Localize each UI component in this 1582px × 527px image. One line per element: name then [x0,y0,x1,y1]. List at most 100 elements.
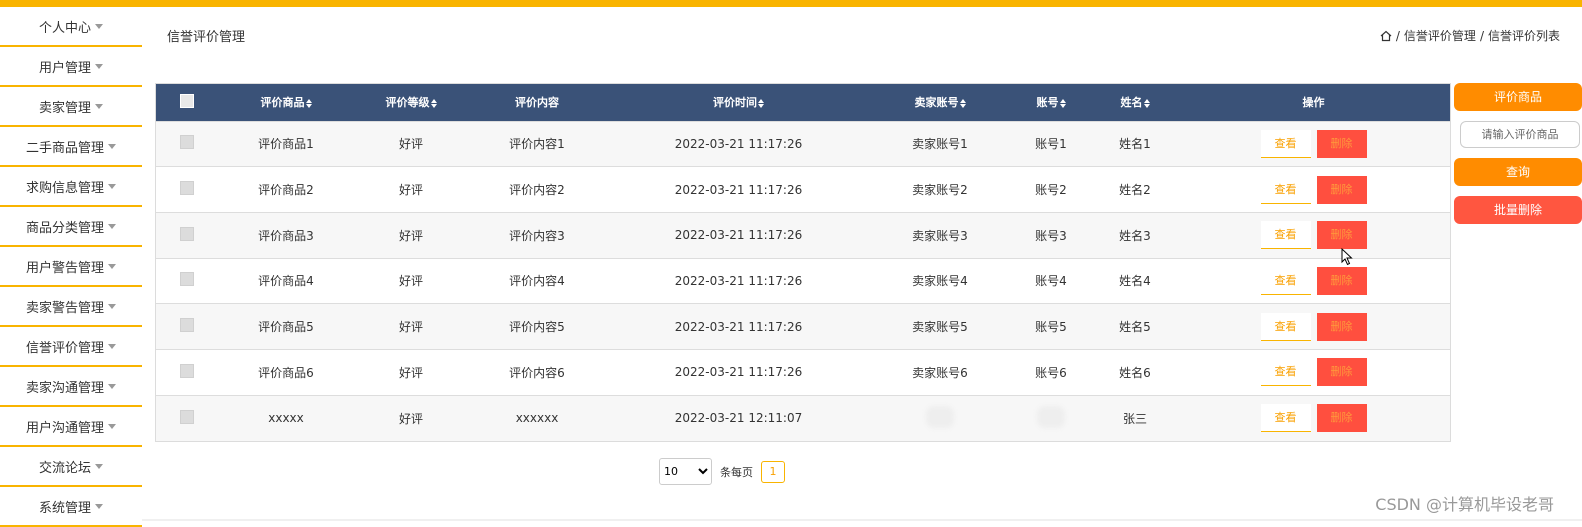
delete-button[interactable]: 删除 [1316,175,1367,204]
cell-account: 账号4 [1035,274,1067,289]
row-checkbox[interactable] [180,318,194,333]
col-header-name[interactable]: 姓名 [1093,84,1177,121]
query-button[interactable]: 查询 [1454,158,1582,186]
cell-level: 好评 [398,137,423,152]
cell-time: 2022-03-21 11:17:26 [674,365,803,380]
delete-button[interactable]: 删除 [1316,358,1367,387]
breadcrumb-separator: / [1479,28,1484,43]
chevron-down-icon [108,423,116,429]
search-input[interactable]: 请输入评价商品 [1460,121,1580,148]
page-number-current[interactable]: 1 [761,460,785,483]
chevron-down-icon [108,383,116,389]
cell-seller [871,395,1009,441]
sidebar-item-label: 用户警告管理 [25,260,104,276]
sidebar-item-label: 卖家管理 [38,100,91,116]
select-all-checkbox[interactable] [180,93,194,108]
sidebar-item[interactable]: 系统管理 [0,487,142,527]
row-checkbox[interactable] [180,363,194,378]
delete-button[interactable]: 删除 [1316,266,1367,295]
chevron-down-icon [108,183,116,189]
breadcrumb-item: 信誉评价列表 [1487,29,1560,43]
row-checkbox[interactable] [180,226,194,241]
review-table: 评价商品 评价等级 评价内容 评价时间 卖家账号 账号 姓名 操作 评价商品1 好… [155,83,1451,442]
sort-icon[interactable] [430,98,437,108]
sidebar-item[interactable]: 交流论坛 [0,447,142,487]
cell-name: 姓名5 [1119,320,1151,335]
breadcrumb: / 信誉评价管理 / 信誉评价列表 [1380,27,1560,44]
col-header-seller[interactable]: 卖家账号 [871,84,1009,121]
cell-seller: 卖家账号2 [912,183,968,198]
sidebar-item[interactable]: 用户沟通管理 [0,407,142,447]
col-header-account[interactable]: 账号 [1009,84,1093,121]
cell-actions: 查看 删除 [1177,304,1450,350]
cell-seller: 卖家账号1 [912,137,968,152]
sidebar-item[interactable]: 卖家沟通管理 [0,367,142,407]
row-checkbox[interactable] [180,272,194,287]
delete-button[interactable]: 删除 [1316,312,1367,341]
sidebar-item-label: 卖家沟通管理 [25,380,104,396]
cell-account [1009,395,1093,441]
sort-icon[interactable] [1059,98,1066,108]
delete-button[interactable]: 删除 [1316,404,1367,433]
cell-content: 评价内容3 [509,228,565,243]
sidebar-item[interactable]: 用户管理 [0,47,142,87]
product-filter-button[interactable]: 评价商品 [1454,83,1582,111]
delete-button[interactable]: 删除 [1316,221,1367,250]
sort-icon[interactable] [758,98,764,108]
view-button[interactable]: 查看 [1260,221,1311,250]
breadcrumb-item[interactable]: 信誉评价管理 [1404,27,1476,44]
cell-actions: 查看 删除 [1177,349,1450,395]
col-header-product[interactable]: 评价商品 [218,84,354,121]
table-row: 评价商品1 好评 评价内容1 2022-03-21 11:17:26 卖家账号1 账号1 姓… [156,121,1450,167]
sidebar-item[interactable]: 二手商品管理 [0,127,142,167]
cell-account: 账号3 [1035,228,1067,243]
row-checkbox[interactable] [180,409,194,424]
view-button[interactable]: 查看 [1260,312,1311,341]
sidebar-item-label: 商品分类管理 [25,220,104,236]
chevron-down-icon [95,63,103,69]
view-button[interactable]: 查看 [1260,266,1311,295]
sidebar-item[interactable]: 商品分类管理 [0,207,142,247]
pagination: 10 条每页 1 [659,458,785,485]
sort-icon[interactable] [1143,98,1150,108]
sidebar: 个人中心用户管理卖家管理二手商品管理 求购信息管理商品分类管理 用户警告管理卖家警告… [0,7,142,527]
delete-button[interactable]: 删除 [1316,129,1367,158]
cell-account: 账号1 [1035,137,1067,152]
cell-product: 评价商品5 [258,320,314,335]
col-header-level[interactable]: 评价等级 [354,84,468,121]
sidebar-item[interactable]: 求购信息管理 [0,167,142,207]
sidebar-item[interactable]: 用户警告管理 [0,247,142,287]
table-row: 评价商品2 好评 评价内容2 2022-03-21 11:17:26 卖家账号2 账号2 姓… [156,166,1450,213]
view-button[interactable]: 查看 [1260,175,1311,204]
sidebar-item[interactable]: 卖家警告管理 [0,287,142,327]
view-button[interactable]: 查看 [1260,129,1311,158]
sidebar-item[interactable]: 卖家管理 [0,87,142,127]
sidebar-item-label: 用户管理 [38,60,91,76]
cell-time: 2022-03-21 11:17:26 [674,273,803,288]
table-row: xxxxx 好评 xxxxxx 2022-03-21 12:11:07 张三 查看 删除 [156,395,1450,441]
cell-level: 好评 [398,411,423,426]
cell-account: 账号2 [1035,183,1067,198]
sidebar-item[interactable]: 个人中心 [0,7,142,47]
sort-icon[interactable] [305,98,312,108]
cell-name: 姓名1 [1119,137,1151,152]
view-button[interactable]: 查看 [1260,404,1311,433]
view-button[interactable]: 查看 [1260,358,1311,387]
col-header-time[interactable]: 评价时间 [606,84,871,121]
cell-product: 评价商品6 [258,365,314,380]
page-title: 信誉评价管理 [167,30,246,45]
chevron-down-icon [108,223,116,229]
sort-icon[interactable] [959,98,966,108]
row-checkbox[interactable] [180,181,194,196]
cell-time: 2022-03-21 11:17:26 [674,136,803,151]
page-size-select[interactable]: 10 [659,458,712,485]
sidebar-item[interactable]: 信誉评价管理 [0,327,142,367]
chevron-down-icon [95,103,103,109]
batch-delete-button[interactable]: 批量删除 [1454,196,1582,224]
home-icon[interactable] [1380,30,1392,42]
row-checkbox[interactable] [180,135,194,150]
cell-actions: 查看 删除 [1177,212,1450,258]
chevron-down-icon [108,343,116,349]
top-accent-bar [0,0,1582,7]
divider [142,519,1582,521]
